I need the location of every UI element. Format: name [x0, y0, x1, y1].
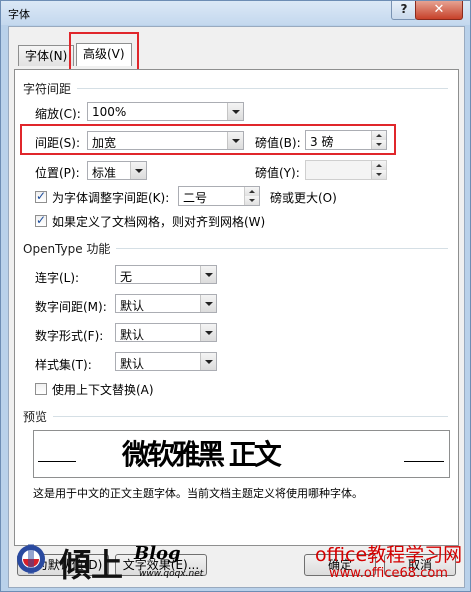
advanced-panel: 字符间距 缩放(C): 100% 间距(S): 加宽 磅值(B): 3 磅 位置…: [14, 69, 459, 546]
position-combo[interactable]: 标准: [87, 161, 147, 180]
scale-combo[interactable]: 100%: [87, 102, 244, 121]
numspacing-label: 数字间距(M):: [35, 300, 107, 314]
title-bar: 字体 ? ✕: [1, 1, 470, 25]
kerning-suffix: 磅或更大(O): [270, 191, 337, 205]
spin-down-icon[interactable]: [245, 196, 259, 205]
position-points-label: 磅值(Y):: [255, 166, 300, 180]
tab-advanced[interactable]: 高级(V): [76, 43, 132, 66]
watermark-title: office教程学习网: [315, 544, 463, 566]
position-label: 位置(P):: [35, 166, 80, 180]
close-button[interactable]: ✕: [415, 1, 463, 20]
ligatures-combo[interactable]: 无: [115, 265, 217, 284]
preview-baseline-left: [38, 461, 76, 462]
position-points-spinner[interactable]: [305, 160, 387, 180]
stylesets-label: 样式集(T):: [35, 358, 92, 372]
preview-sample: 微软雅黑 正文: [122, 438, 282, 471]
numforms-label: 数字形式(F):: [35, 329, 104, 343]
numspacing-value: 默认: [120, 299, 145, 313]
watermark: office教程学习网 www.office68.com: [301, 538, 463, 586]
numspacing-combo[interactable]: 默认: [115, 294, 217, 313]
font-dialog: 字体 ? ✕ 字体(N) 高级(V) 字符间距 缩放(C): 100% 间距(S…: [0, 0, 471, 592]
logo-blog: Blog: [134, 543, 181, 564]
chevron-down-icon[interactable]: [227, 103, 243, 120]
spin-down-icon[interactable]: [372, 170, 386, 179]
spacing-section-title: 字符间距: [23, 80, 78, 97]
opentype-section-title: OpenType 功能: [23, 240, 117, 257]
window-title: 字体: [8, 8, 30, 21]
numforms-value: 默认: [120, 328, 145, 342]
watermark-url: www.office68.com: [329, 566, 448, 581]
chevron-down-icon[interactable]: [200, 324, 216, 341]
contextual-checkbox[interactable]: [35, 383, 47, 395]
kerning-label: 为字体调整字间距(K):: [52, 191, 170, 205]
kerning-spinner[interactable]: 二号: [178, 186, 260, 206]
grid-checkbox[interactable]: [35, 213, 47, 227]
help-button[interactable]: ?: [391, 1, 417, 20]
ligatures-label: 连字(L):: [35, 271, 80, 285]
stylesets-combo[interactable]: 默认: [115, 352, 217, 371]
chevron-down-icon[interactable]: [200, 295, 216, 312]
logo-url: www.qoqx.net: [139, 569, 204, 579]
logo-emblem-icon: [17, 544, 45, 574]
numforms-combo[interactable]: 默认: [115, 323, 217, 342]
chevron-down-icon[interactable]: [130, 162, 146, 179]
logo-text: 傾上: [59, 546, 124, 584]
kerning-value: 二号: [183, 191, 208, 205]
section-divider: [23, 88, 448, 89]
contextual-label: 使用上下文替换(A): [52, 383, 154, 397]
ligatures-value: 无: [120, 270, 133, 284]
spin-up-icon[interactable]: [372, 161, 386, 170]
scale-label: 缩放(C):: [35, 107, 81, 121]
site-logo: 傾上 Blog www.qoqx.net: [9, 537, 229, 589]
stylesets-value: 默认: [120, 357, 145, 371]
grid-label: 如果定义了文档网格，则对齐到网格(W): [52, 215, 266, 229]
section-divider: [23, 416, 448, 417]
preview-baseline-right: [404, 461, 444, 462]
kerning-checkbox[interactable]: [35, 189, 47, 203]
chevron-down-icon[interactable]: [200, 353, 216, 370]
scale-value: 100%: [92, 105, 127, 119]
preview-section-title: 预览: [23, 408, 54, 425]
tab-font[interactable]: 字体(N): [18, 45, 75, 66]
dialog-client: 字体(N) 高级(V) 字符间距 缩放(C): 100% 间距(S): 加宽 磅…: [8, 26, 465, 588]
chevron-down-icon[interactable]: [200, 266, 216, 283]
spacing-row-highlight: [20, 124, 396, 155]
preview-note: 这是用于中文的正文主题字体。当前文档主题定义将使用哪种字体。: [33, 487, 363, 500]
spin-up-icon[interactable]: [245, 187, 259, 196]
preview-box: 微软雅黑 正文: [33, 430, 450, 478]
position-value: 标准: [92, 166, 117, 180]
